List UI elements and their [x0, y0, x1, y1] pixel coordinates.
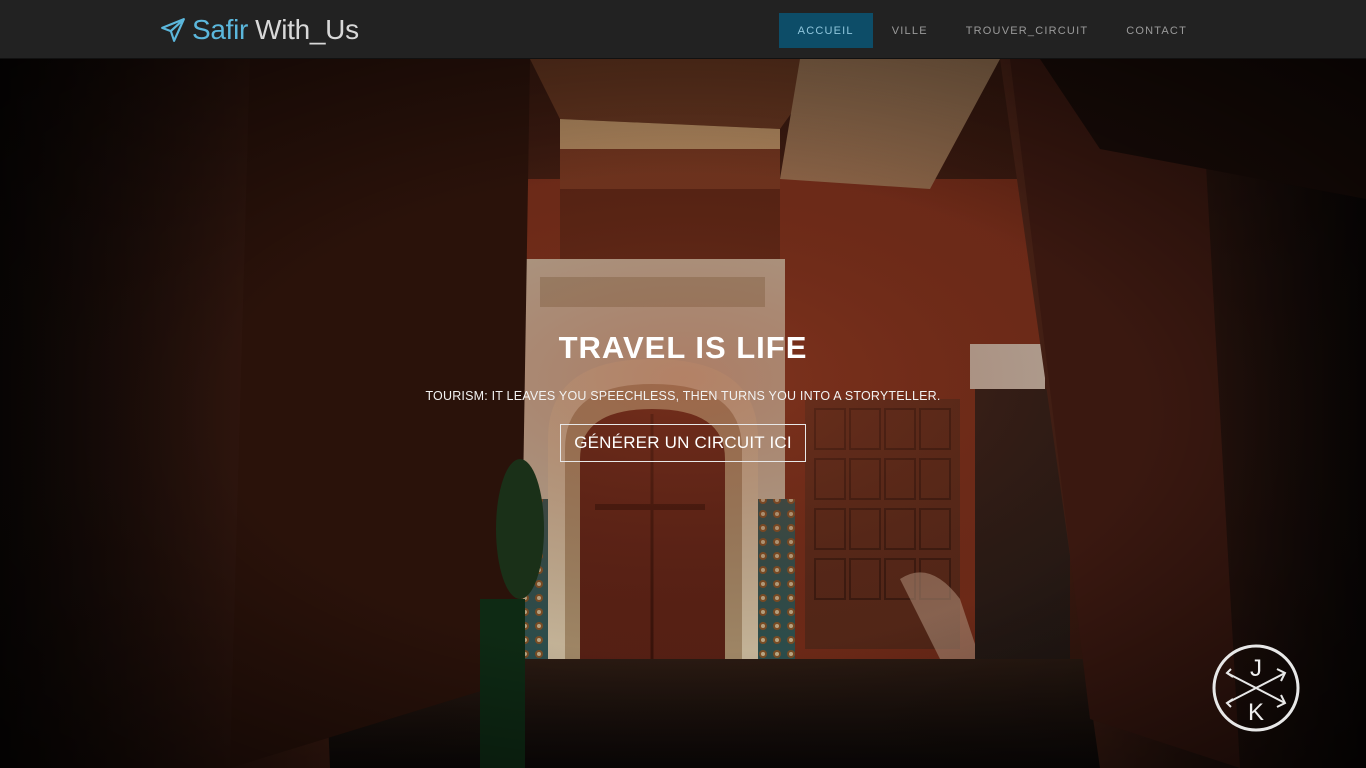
top-navbar: Safir With_Us ACCUEIL VILLE TROUVER_CIRCU… [0, 0, 1366, 59]
main-nav: ACCUEIL VILLE TROUVER_CIRCUIT CONTACT [778, 13, 1206, 48]
nav-item-ville[interactable]: VILLE [873, 13, 947, 48]
nav-item-trouver-circuit[interactable]: TROUVER_CIRCUIT [947, 13, 1108, 48]
hero-content: TRAVEL IS LIFE TOURISM: IT LEAVES YOU SP… [0, 329, 1366, 462]
hero-subtitle: TOURISM: IT LEAVES YOU SPEECHLESS, THEN … [425, 389, 941, 403]
badge-letter-bottom: K [1248, 699, 1264, 726]
brand-logo-link[interactable]: Safir With_Us [160, 12, 359, 48]
generate-circuit-button[interactable]: GÉNÉRER UN CIRCUIT ICI [560, 424, 806, 462]
paper-plane-icon [161, 18, 185, 42]
brand-name-part2: With_Us [255, 14, 359, 45]
hero-section: TRAVEL IS LIFE TOURISM: IT LEAVES YOU SP… [0, 59, 1366, 768]
nav-item-contact[interactable]: CONTACT [1107, 13, 1206, 48]
brand-name: Safir With_Us [192, 12, 359, 48]
badge-letter-top: J [1250, 655, 1262, 682]
brand-name-part1: Safir [192, 14, 249, 45]
jk-badge-logo: J K [1212, 644, 1300, 732]
hero-title: TRAVEL IS LIFE [558, 330, 808, 365]
nav-item-accueil[interactable]: ACCUEIL [778, 13, 873, 48]
